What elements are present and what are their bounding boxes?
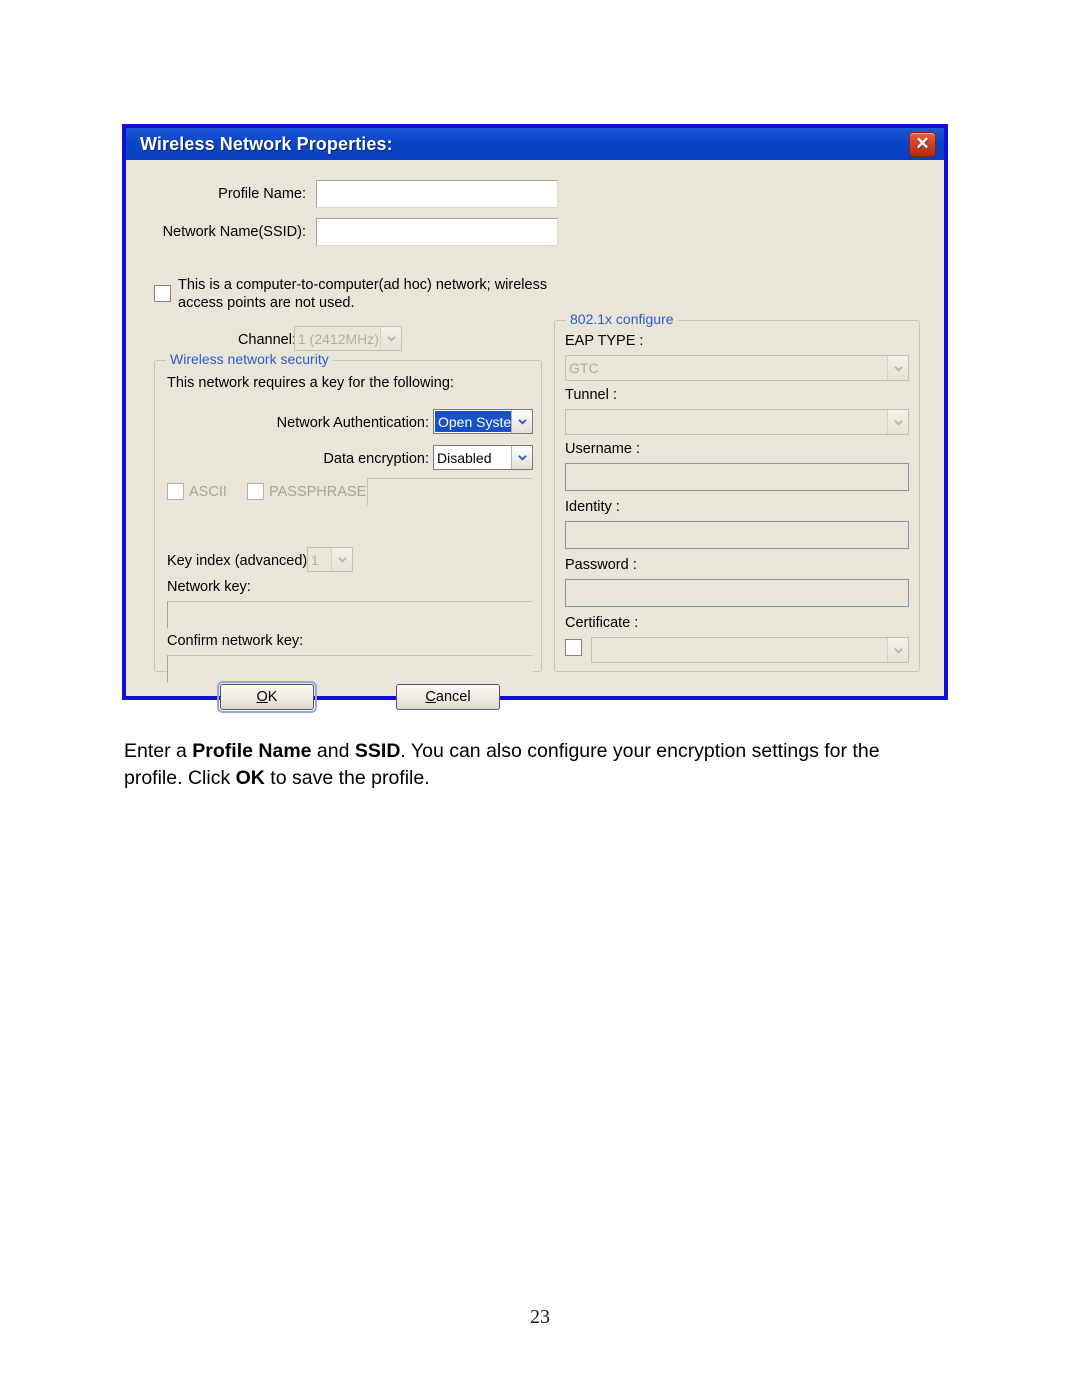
chevron-down-icon[interactable] bbox=[887, 356, 908, 380]
profile-name-label: Profile Name: bbox=[218, 186, 306, 202]
cancel-button[interactable]: Cancel bbox=[396, 684, 500, 710]
dot1x-configure-group-title: 802.1x configure bbox=[566, 311, 678, 327]
tunnel-dropdown[interactable] bbox=[565, 409, 909, 435]
data-encryption-label: Data encryption: bbox=[323, 451, 429, 467]
key-index-dropdown[interactable]: 1 bbox=[307, 547, 353, 572]
data-encryption-dropdown[interactable]: Disabled bbox=[433, 445, 533, 470]
caption-part-2: and bbox=[311, 739, 355, 762]
password-label: Password : bbox=[565, 557, 637, 573]
confirm-network-key-label: Confirm network key: bbox=[167, 633, 304, 649]
cancel-button-label: Cancel bbox=[425, 689, 471, 705]
username-label: Username : bbox=[565, 441, 640, 457]
instruction-caption: Enter a Profile Name and SSID. You can a… bbox=[124, 738, 934, 793]
identity-label: Identity : bbox=[565, 499, 620, 515]
eap-type-dropdown[interactable]: GTC bbox=[565, 355, 909, 381]
channel-dropdown[interactable]: 1 (2412MHz) bbox=[294, 326, 402, 351]
ascii-label: ASCII bbox=[189, 484, 227, 500]
certificate-dropdown[interactable] bbox=[591, 637, 909, 663]
close-icon[interactable]: ✕ bbox=[909, 132, 936, 157]
ascii-checkbox[interactable] bbox=[167, 483, 184, 500]
certificate-checkbox[interactable] bbox=[565, 639, 582, 656]
username-input[interactable] bbox=[565, 463, 909, 491]
chevron-down-icon[interactable] bbox=[511, 446, 532, 469]
profile-name-input[interactable] bbox=[316, 180, 558, 208]
dialog-title: Wireless Network Properties: bbox=[140, 133, 393, 154]
ok-button-label: OK bbox=[256, 689, 278, 705]
eap-type-label: EAP TYPE : bbox=[565, 333, 644, 349]
chevron-down-icon[interactable] bbox=[887, 638, 908, 662]
channel-label: Channel: bbox=[237, 332, 296, 348]
adhoc-checkbox[interactable] bbox=[154, 285, 171, 302]
chevron-down-icon[interactable] bbox=[887, 410, 908, 434]
chevron-down-icon[interactable] bbox=[331, 548, 352, 571]
network-key-label: Network key: bbox=[167, 579, 251, 595]
chevron-down-icon[interactable] bbox=[380, 327, 401, 350]
passphrase-label: PASSPHRASE bbox=[269, 484, 367, 500]
dialog-titlebar: Wireless Network Properties: ✕ bbox=[126, 128, 944, 160]
close-icon-glyph: ✕ bbox=[915, 134, 930, 153]
ok-button[interactable]: OK bbox=[217, 681, 317, 713]
channel-value: 1 (2412MHz) bbox=[298, 330, 379, 347]
identity-input[interactable] bbox=[565, 521, 909, 549]
tunnel-label: Tunnel : bbox=[565, 387, 617, 403]
network-authentication-label: Network Authentication: bbox=[276, 415, 429, 431]
confirm-network-key-input[interactable] bbox=[167, 655, 533, 683]
network-authentication-dropdown[interactable]: Open System bbox=[433, 409, 533, 434]
password-input[interactable] bbox=[565, 579, 909, 607]
adhoc-label-line2: access points are not used. bbox=[178, 295, 355, 311]
passphrase-checkbox[interactable] bbox=[247, 483, 264, 500]
caption-part-5: OK bbox=[235, 767, 265, 790]
network-key-input[interactable] bbox=[167, 601, 533, 629]
wireless-network-security-group-title: Wireless network security bbox=[166, 351, 333, 367]
key-index-value: 1 bbox=[311, 551, 319, 568]
caption-part-3: SSID bbox=[354, 739, 401, 762]
chevron-down-icon[interactable] bbox=[511, 410, 532, 433]
wireless-network-security-group: Wireless network security This network r… bbox=[154, 351, 542, 683]
caption-part-0: Enter a bbox=[124, 739, 193, 762]
page-number: 23 bbox=[530, 1306, 550, 1328]
network-authentication-value: Open System bbox=[435, 411, 511, 432]
wireless-network-properties-dialog: Wireless Network Properties: ✕ Profile N… bbox=[122, 124, 948, 713]
dialog-client-area: Profile Name: Network Name(SSID): This i… bbox=[126, 160, 944, 713]
certificate-label: Certificate : bbox=[565, 615, 639, 631]
passphrase-input[interactable] bbox=[367, 478, 533, 506]
network-name-label: Network Name(SSID): bbox=[162, 224, 306, 240]
key-index-label: Key index (advanced): bbox=[167, 553, 312, 569]
network-name-input[interactable] bbox=[316, 218, 558, 246]
adhoc-label-line1: This is a computer-to-computer(ad hoc) n… bbox=[178, 277, 548, 293]
data-encryption-value: Disabled bbox=[437, 449, 492, 466]
caption-part-6: to save the profile. bbox=[264, 767, 430, 790]
caption-part-1: Profile Name bbox=[192, 739, 312, 762]
eap-type-value: GTC bbox=[569, 360, 599, 376]
dot1x-configure-group: 802.1x configure EAP TYPE : GTC Tunnel :… bbox=[554, 311, 920, 672]
requires-key-text: This network requires a key for the foll… bbox=[167, 375, 454, 391]
